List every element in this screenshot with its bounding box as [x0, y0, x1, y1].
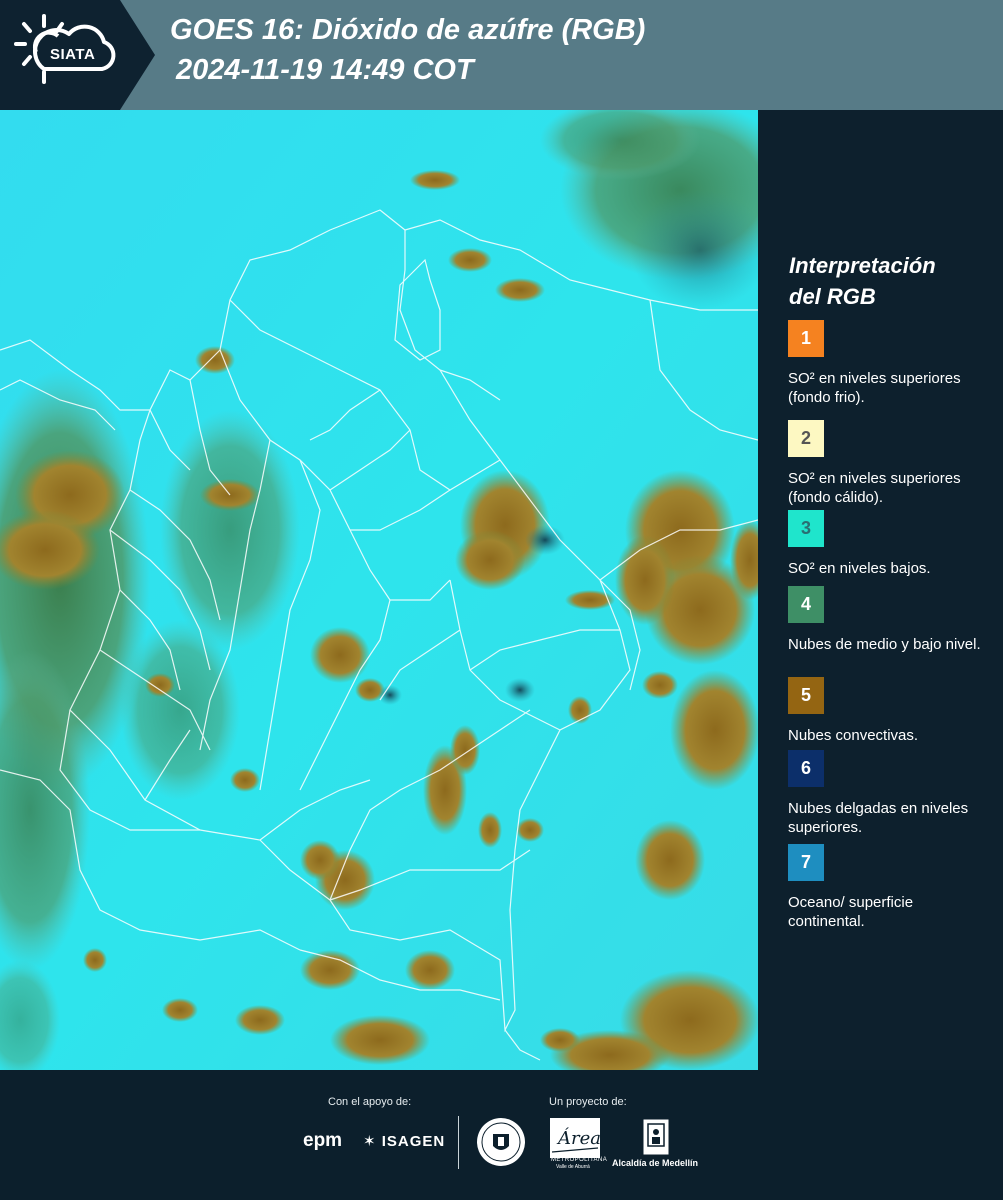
svg-text:Área: Área — [556, 1126, 600, 1149]
legend-title: Interpretación del RGB — [789, 250, 936, 312]
isagen-mark-icon: ✶ — [363, 1133, 377, 1150]
legend-item-4: 4 Nubes de medio y bajo nivel. — [788, 586, 993, 654]
satellite-map[interactable] — [0, 110, 758, 1070]
legend-label: Nubes convectivas. — [788, 727, 919, 744]
legend-label: Nubes de medio y bajo nivel. — [788, 636, 981, 653]
legend-swatch: 4 — [788, 586, 824, 623]
legend-label: SO² en niveles bajos. — [788, 560, 931, 577]
alcaldia-shield-icon — [642, 1118, 670, 1156]
legend-item-7: 7 Oceano/ superficie continental. — [788, 844, 993, 931]
header-bar: SIATA GOES 16: Dióxido de azúfre (RGB) 2… — [0, 0, 1003, 110]
legend-label: SO² en niveles superiores (fondo frio). — [788, 370, 961, 406]
legend-title-line1: Interpretación — [789, 253, 936, 278]
satellite-image — [0, 110, 758, 1070]
timestamp: 2024-11-19 14:49 COT — [176, 54, 474, 86]
legend-swatch: 3 — [788, 510, 824, 547]
medellin-seal-icon — [477, 1118, 525, 1166]
legend-title-line2: del RGB — [789, 284, 876, 309]
support-label: Con el apoyo de: — [328, 1096, 412, 1108]
legend-item-3: 3 SO² en niveles bajos. — [788, 510, 993, 578]
legend-swatch: 5 — [788, 677, 824, 714]
logo-text: SIATA — [50, 46, 96, 63]
footer-divider — [458, 1116, 459, 1169]
area-subtitle: Valle de Aburrá — [556, 1164, 590, 1170]
legend-item-1: 1 SO² en niveles superiores (fondo frio). — [788, 320, 993, 407]
epm-logo: epm — [303, 1130, 343, 1151]
project-label: Un proyecto de: — [549, 1096, 627, 1108]
legend-label: Nubes delgadas en niveles superiores. — [788, 800, 969, 836]
isagen-logo: ✶ ISAGEN — [363, 1132, 445, 1150]
isagen-text: ISAGEN — [381, 1133, 446, 1150]
area-metropolitana-logo: Área — [550, 1118, 600, 1158]
legend-swatch: 1 — [788, 320, 824, 357]
footer: Con el apoyo de: Un proyecto de: epm ✶ I… — [0, 1070, 1003, 1200]
legend-item-5: 5 Nubes convectivas. — [788, 677, 993, 745]
alcaldia-text: Alcaldía de Medellín — [612, 1158, 699, 1168]
page-title: GOES 16: Dióxido de azúfre (RGB) — [170, 14, 646, 46]
legend-swatch: 7 — [788, 844, 824, 881]
area-metropolitana-text: METROPOLITANA — [551, 1157, 608, 1163]
legend-item-6: 6 Nubes delgadas en niveles superiores. — [788, 750, 993, 837]
legend-item-2: 2 SO² en niveles superiores (fondo cálido… — [788, 420, 993, 507]
legend-swatch: 6 — [788, 750, 824, 787]
legend-panel: Interpretación del RGB 1 SO² en niveles s… — [758, 110, 1003, 1070]
legend-swatch: 2 — [788, 420, 824, 457]
siata-logo: SIATA — [0, 0, 155, 110]
legend-label: SO² en niveles superiores (fondo cálido)… — [788, 470, 961, 506]
legend-label: Oceano/ superficie continental. — [788, 894, 914, 930]
